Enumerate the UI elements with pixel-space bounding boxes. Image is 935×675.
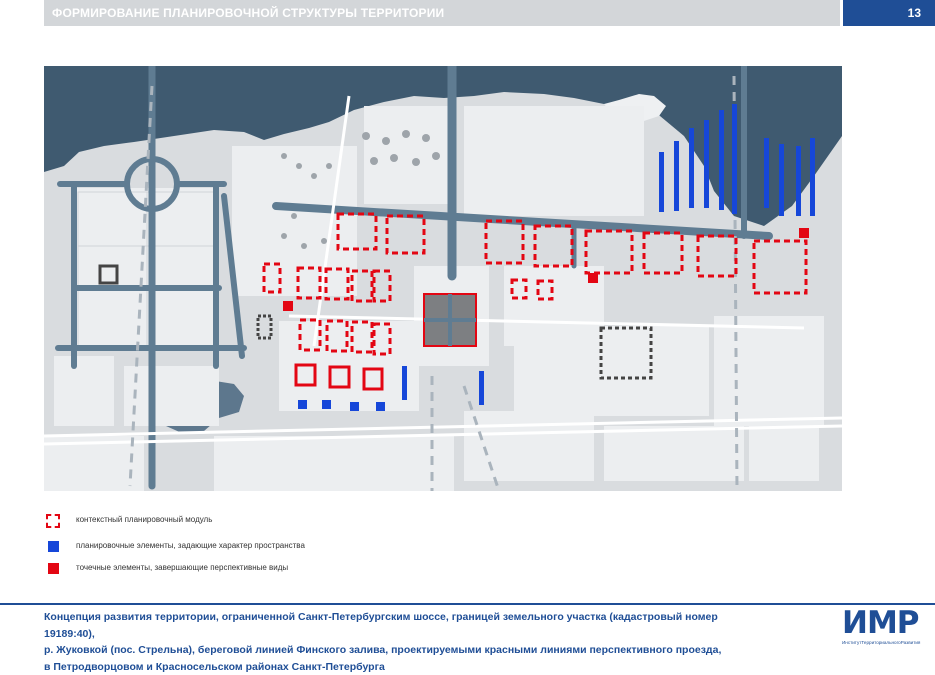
logo-letters: ИМР: [842, 606, 919, 640]
logo: ИМР ИнститутТерриториальногоРазвития: [842, 606, 926, 648]
footer-line-1: Концепция развития территории, ограничен…: [44, 609, 744, 642]
footer-divider: [0, 603, 935, 605]
legend-dashed-square-icon: [46, 514, 60, 528]
footer-line-2: р. Жуковкой (пос. Стрельна), береговой л…: [44, 642, 744, 659]
footer-caption: Концепция развития территории, ограничен…: [44, 609, 744, 675]
legend-label: планировочные элементы, задающие характе…: [76, 541, 305, 550]
logo-subtitle: ИнститутТерриториальногоРазвития: [842, 640, 920, 645]
legend-red-square-icon: [48, 563, 59, 574]
planning-map: [44, 66, 842, 491]
legend-blue-square-icon: [48, 541, 59, 552]
page-number: 13: [843, 0, 935, 26]
legend-label: точечные элементы, завершающие перспекти…: [76, 563, 288, 572]
legend-label: контекстный планировочный модуль: [76, 515, 212, 524]
page-title: ФОРМИРОВАНИЕ ПЛАНИРОВОЧНОЙ СТРУКТУРЫ ТЕР…: [52, 6, 444, 20]
